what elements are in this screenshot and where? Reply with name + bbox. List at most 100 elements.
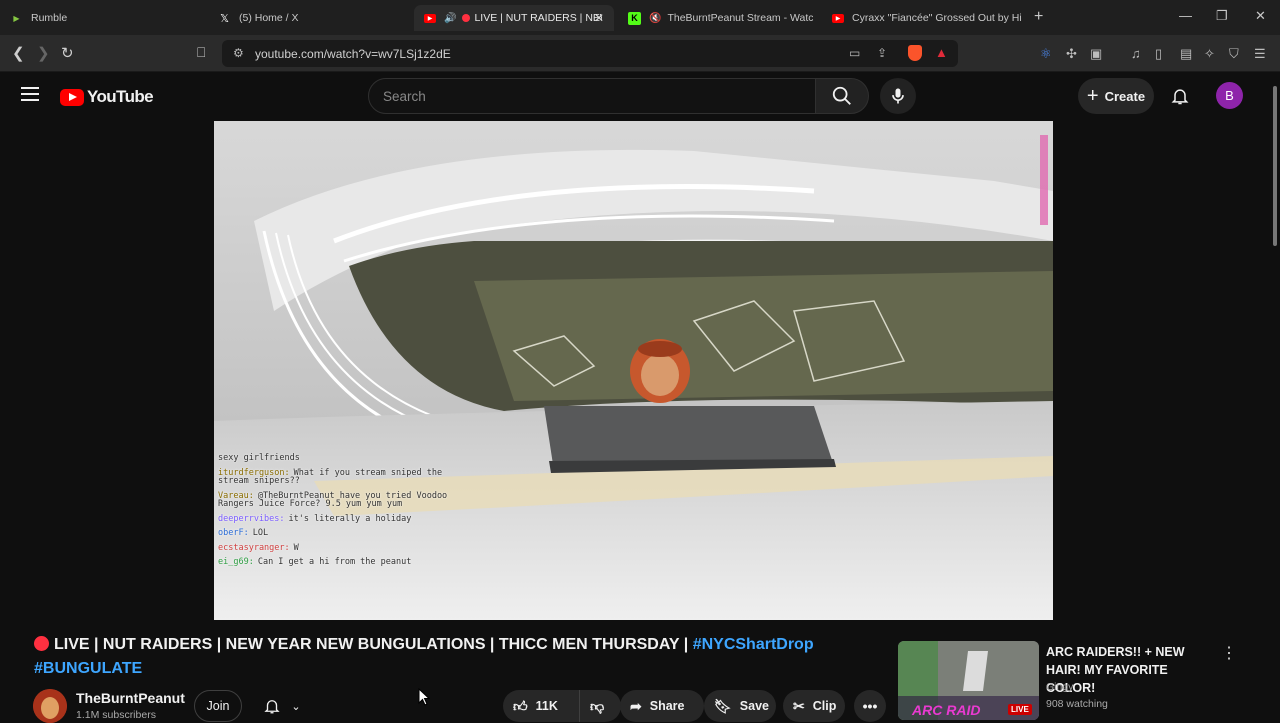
video-player[interactable]: sexy girlfriends iturdferguson: What if y… bbox=[214, 121, 1053, 620]
more-vertical-icon[interactable]: ⋮ bbox=[1221, 643, 1237, 663]
reload-icon[interactable]: ↻ bbox=[61, 44, 74, 62]
vpn-icon[interactable]: ⛉ bbox=[1229, 46, 1239, 62]
extension-icon[interactable]: ⚛ bbox=[1040, 46, 1052, 62]
chevron-down-icon: ⌄ bbox=[291, 700, 301, 713]
brave-rewards-icon[interactable]: ▲ bbox=[935, 45, 948, 60]
tab-youtube-active[interactable]: ▶ 🔊 LIVE | NUT RAIDERS | NEW ✕ bbox=[414, 5, 614, 31]
hashtag-link[interactable]: #NYCShartDrop bbox=[693, 636, 814, 653]
chat-text: sexy girlfriends bbox=[218, 453, 300, 463]
leo-ai-icon[interactable]: ✧ bbox=[1204, 46, 1215, 62]
hamburger-menu-icon[interactable] bbox=[21, 87, 39, 101]
live-badge: LIVE bbox=[1008, 704, 1032, 715]
tab-title: LIVE | NUT RAIDERS | NEW bbox=[474, 12, 603, 24]
new-tab-icon[interactable]: + bbox=[1034, 8, 1043, 26]
bookmark-icon[interactable]: ⎕ bbox=[197, 44, 205, 61]
search-input[interactable]: Search bbox=[368, 78, 816, 114]
back-icon[interactable]: ❮ bbox=[12, 44, 25, 62]
kick-icon: K bbox=[628, 11, 641, 25]
tab-kick[interactable]: K 🔇 TheBurntPeanut Stream - Watch bbox=[628, 5, 813, 31]
save-button[interactable]: 🔖︎ Save bbox=[704, 690, 776, 722]
chat-text: it's literally a holiday bbox=[288, 513, 412, 524]
page-scrollbar[interactable] bbox=[1270, 72, 1280, 720]
like-button[interactable]: 👍︎ 11K bbox=[503, 690, 579, 722]
voice-search-button[interactable] bbox=[880, 78, 916, 114]
save-label: Save bbox=[739, 699, 769, 713]
scrollbar-thumb[interactable] bbox=[1273, 86, 1277, 246]
create-button[interactable]: + Create bbox=[1078, 78, 1154, 114]
forward-icon[interactable]: ❯ bbox=[37, 44, 50, 62]
watching-count: 908 watching bbox=[1046, 698, 1108, 710]
tab-title: (5) Home / X bbox=[239, 12, 299, 24]
bell-icon bbox=[1171, 89, 1189, 105]
clip-button[interactable]: ✂ Clip bbox=[783, 690, 845, 722]
menu-icon[interactable]: ☰ bbox=[1254, 46, 1266, 62]
account-avatar[interactable]: B bbox=[1216, 82, 1243, 109]
chat-message: sexy girlfriends bbox=[218, 454, 458, 463]
recommended-channel-name[interactable]: Gingy bbox=[1046, 681, 1073, 693]
audio-muted-icon[interactable]: 🔇 bbox=[649, 13, 661, 24]
scissors-icon: ✂ bbox=[793, 697, 805, 714]
chat-message: ei_g69: Can I get a hi from the peanut bbox=[218, 558, 458, 567]
media-icon[interactable]: ♫ bbox=[1131, 46, 1141, 61]
plus-icon: + bbox=[1086, 84, 1099, 107]
youtube-icon: ▶ bbox=[832, 13, 844, 23]
close-window-icon[interactable]: ✕ bbox=[1255, 8, 1266, 24]
rumble-icon: ▶ bbox=[13, 13, 20, 23]
brave-shield-icon[interactable] bbox=[908, 45, 922, 61]
mouse-cursor-icon bbox=[418, 688, 430, 706]
restore-icon[interactable]: ❐ bbox=[1216, 8, 1228, 24]
chat-message: Vareau: @TheBurntPeanut have you tried Vo… bbox=[218, 491, 458, 509]
youtube-icon: ▶ bbox=[424, 13, 436, 23]
chat-message: ecstasyranger: W bbox=[218, 542, 458, 553]
close-tab-icon[interactable]: ✕ bbox=[594, 11, 604, 25]
share-label: Share bbox=[649, 699, 685, 713]
microphone-icon bbox=[892, 88, 904, 104]
minimize-icon[interactable]: — bbox=[1179, 8, 1192, 23]
thumbs-down-icon: 👎︎ bbox=[590, 697, 605, 714]
url-text: youtube.com/watch?v=wv7LSj1z2dE bbox=[255, 47, 451, 61]
tab-x[interactable]: 𝕏 (5) Home / X bbox=[218, 5, 408, 31]
live-dot-icon bbox=[34, 636, 49, 651]
wallet-icon[interactable]: ▤ bbox=[1180, 46, 1192, 62]
subscription-bell-button[interactable]: ⌄ bbox=[252, 690, 312, 722]
cast-icon[interactable]: ▭ bbox=[849, 46, 860, 60]
share-button[interactable]: ➦ Share bbox=[620, 690, 704, 722]
site-info-icon[interactable]: ⚙ bbox=[233, 46, 244, 60]
thumbs-up-icon: 👍︎ bbox=[513, 697, 528, 714]
share-page-icon[interactable]: ⇪ bbox=[877, 46, 887, 60]
more-actions-button[interactable]: ••• bbox=[854, 690, 886, 722]
sidebar-icon[interactable]: ▯ bbox=[1155, 46, 1162, 62]
search-button[interactable] bbox=[815, 78, 869, 114]
x-icon: 𝕏 bbox=[220, 12, 229, 25]
reader-icon[interactable]: ▣ bbox=[1090, 46, 1102, 62]
channel-avatar[interactable] bbox=[33, 689, 67, 723]
video-title-text: LIVE | NUT RAIDERS | NEW YEAR NEW BUNGUL… bbox=[54, 636, 693, 653]
tab-title: TheBurntPeanut Stream - Watch bbox=[667, 12, 813, 24]
extensions-puzzle-icon[interactable]: ✣ bbox=[1066, 46, 1077, 62]
more-horizontal-icon: ••• bbox=[862, 698, 878, 714]
audio-icon[interactable]: 🔊 bbox=[444, 13, 456, 24]
tab-youtube-2[interactable]: ▶ Cyraxx "Fiancée" Grossed Out by His bbox=[832, 5, 1022, 31]
tab-rumble[interactable]: ▶ Rumble bbox=[10, 5, 200, 31]
youtube-header: YouTube Search + Create B bbox=[0, 72, 1280, 121]
notifications-button[interactable] bbox=[1170, 85, 1190, 112]
clip-label: Clip bbox=[812, 699, 837, 713]
chat-text: LOL bbox=[252, 528, 269, 538]
create-label: Create bbox=[1104, 88, 1146, 104]
channel-name[interactable]: TheBurntPeanut bbox=[76, 690, 185, 706]
tab-title: Cyraxx "Fiancée" Grossed Out by His bbox=[852, 12, 1022, 24]
tab-title: Rumble bbox=[31, 12, 68, 24]
search-placeholder: Search bbox=[383, 89, 426, 104]
chat-text: Can I get a hi from the peanut bbox=[257, 557, 412, 567]
bell-icon bbox=[264, 700, 281, 714]
dislike-button[interactable]: 👎︎ bbox=[579, 690, 621, 722]
chat-user: ecstasyranger: bbox=[218, 542, 290, 553]
peanut-avatar-icon bbox=[33, 689, 67, 723]
youtube-play-icon bbox=[60, 88, 84, 106]
chat-message: oberF: LOL bbox=[218, 529, 458, 538]
hashtag-link[interactable]: #BUNGULATE bbox=[34, 660, 142, 677]
url-field[interactable]: ⚙ youtube.com/watch?v=wv7LSj1z2dE ▭ ⇪ ▲ bbox=[222, 40, 958, 67]
youtube-logo[interactable]: YouTube bbox=[60, 87, 154, 107]
address-bar-row: ❮ ❯ ↻ ⎕ ⚙ youtube.com/watch?v=wv7LSj1z2d… bbox=[0, 35, 1280, 72]
join-button[interactable]: Join bbox=[194, 690, 242, 722]
